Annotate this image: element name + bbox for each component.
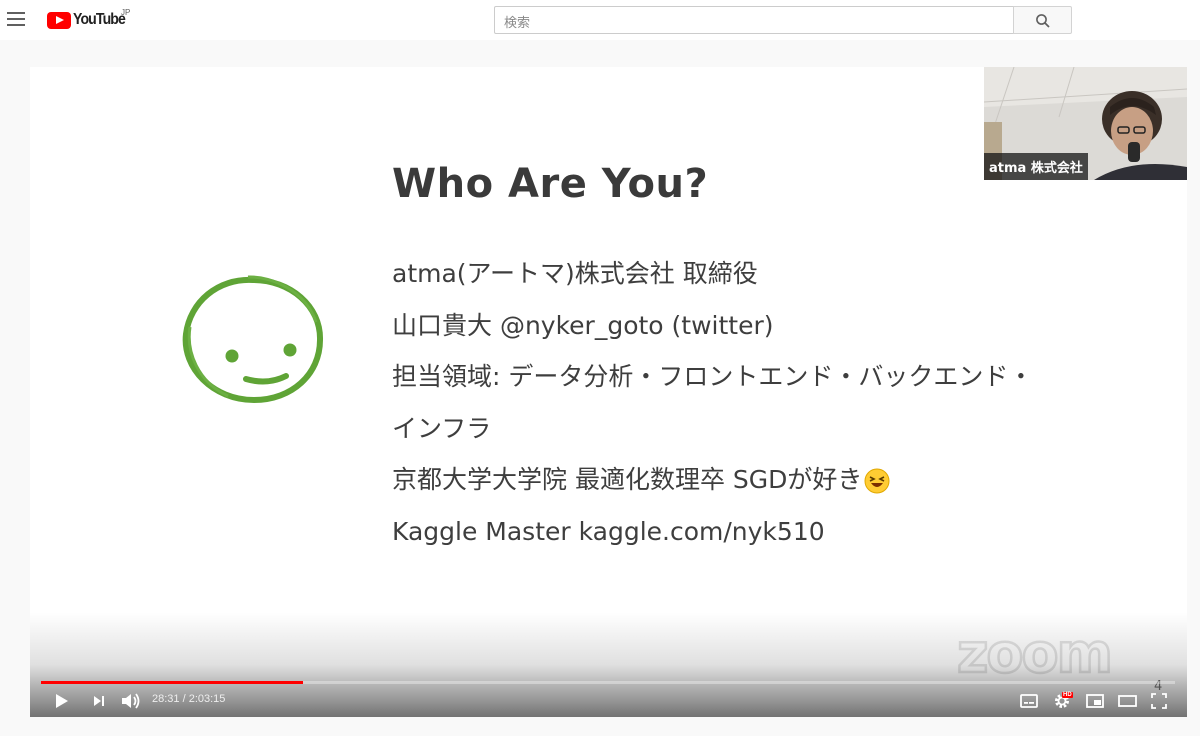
theater-icon — [1118, 695, 1137, 707]
next-video-button[interactable] — [88, 690, 110, 712]
fullscreen-icon — [1151, 693, 1167, 709]
theater-mode-button[interactable] — [1116, 690, 1138, 712]
progress-bar-played — [41, 681, 303, 684]
time-display: 28:31 / 2:03:15 — [152, 693, 226, 705]
slide-line-domain: 担当領域: データ分析・フロントエンド・バックエンド・ — [392, 362, 1034, 391]
speaker-name-label: atma 株式会社 — [984, 153, 1088, 180]
progress-bar[interactable] — [41, 681, 1175, 684]
speaker-video-thumbnail: atma 株式会社 — [984, 67, 1187, 180]
miniplayer-icon — [1086, 694, 1104, 708]
search-icon — [1036, 14, 1050, 28]
slide-line-domain-cont: インフラ — [392, 413, 492, 443]
logo-region-code: JP — [121, 8, 131, 17]
laughing-emoji-icon — [864, 468, 890, 494]
search-button[interactable] — [1013, 6, 1072, 34]
next-icon — [94, 696, 101, 706]
fullscreen-button[interactable] — [1148, 690, 1170, 712]
subtitles-button[interactable] — [1018, 690, 1040, 712]
guide-menu-icon[interactable] — [7, 12, 25, 26]
slide-title: Who Are You? — [392, 161, 709, 207]
slide-line-kaggle: Kaggle Master kaggle.com/nyk510 — [392, 516, 825, 546]
mute-button[interactable] — [119, 690, 143, 712]
youtube-play-logo-icon — [47, 11, 71, 29]
video-player[interactable]: Who Are You? atma(アートマ)株式会社 取締役 山口貴大 @ny… — [30, 67, 1187, 717]
youtube-logo[interactable]: YouTube JP — [47, 8, 132, 29]
masthead: YouTube JP 検索 — [0, 0, 1200, 40]
subtitles-icon — [1020, 694, 1038, 708]
hd-badge: HD — [1062, 692, 1073, 698]
play-icon — [56, 694, 68, 708]
play-button[interactable] — [50, 690, 72, 712]
volume-icon — [122, 693, 140, 709]
search-input[interactable]: 検索 — [494, 6, 1014, 34]
slide-line-education: 京都大学大学院 最適化数理卒 SGDが好き — [392, 463, 1033, 515]
slide-body: atma(アートマ)株式会社 取締役 山口貴大 @nyker_goto (twi… — [392, 257, 1033, 566]
slide-line-company: atma(アートマ)株式会社 取締役 — [392, 259, 758, 288]
logo-text: YouTube — [73, 11, 126, 28]
slide-line-education-text: 京都大学大学院 最適化数理卒 SGDが好き — [392, 465, 863, 494]
smiley-face-drawing — [182, 275, 324, 403]
slide-line-name: 山口貴大 @nyker_goto (twitter) — [392, 310, 774, 340]
miniplayer-button[interactable] — [1084, 690, 1106, 712]
